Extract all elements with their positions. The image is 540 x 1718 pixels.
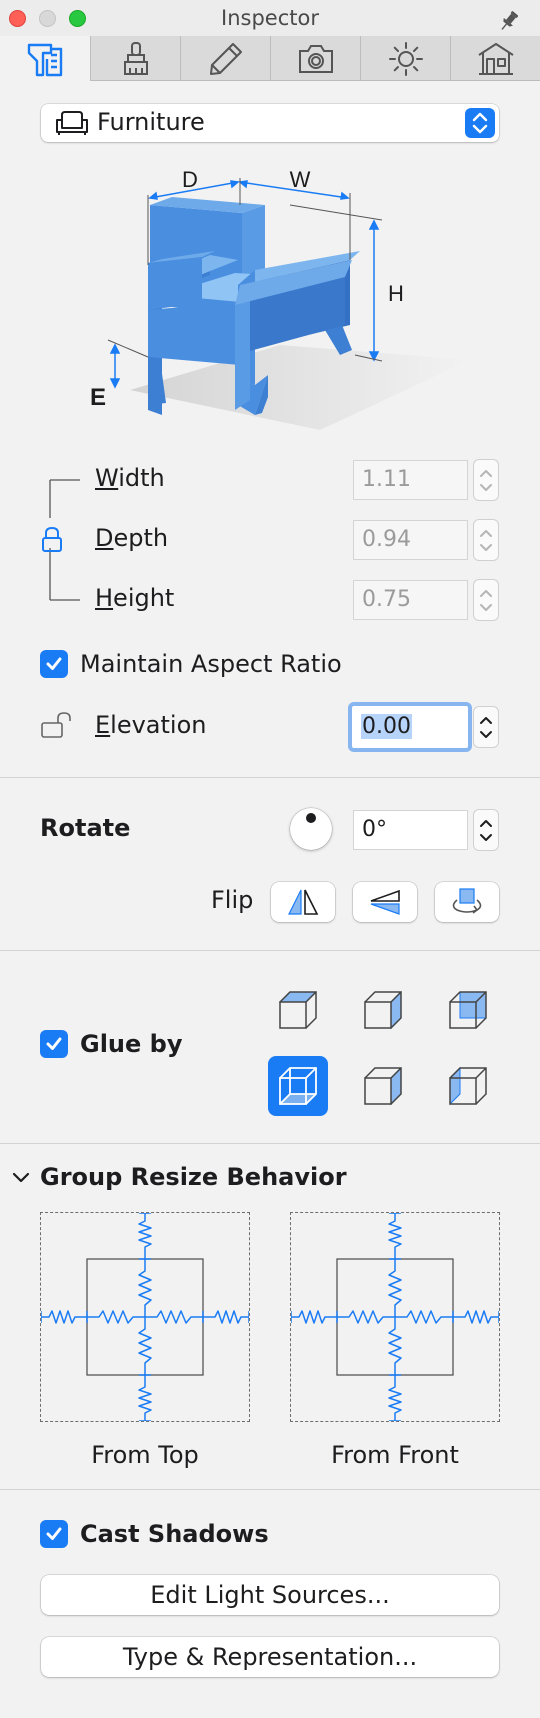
- cube-back-face-icon: [449, 991, 487, 1029]
- cube-bottom-face-icon: [279, 1067, 317, 1105]
- flip-rotate-button[interactable]: [435, 882, 499, 922]
- camera-icon: [298, 44, 333, 73]
- tab-lighting[interactable]: [360, 36, 450, 81]
- depth-field[interactable]: 0.94: [353, 520, 468, 560]
- armchair-icon: [55, 110, 89, 140]
- elevation-value: 0.00: [361, 714, 412, 739]
- type-representation-button[interactable]: Type & Representation...: [41, 1637, 499, 1677]
- glue-top-button[interactable]: [268, 980, 328, 1040]
- flip-3d-icon: [452, 888, 482, 914]
- resize-from-front-diagram[interactable]: [290, 1212, 500, 1422]
- pencil-icon: [209, 42, 242, 75]
- maintain-aspect-checkbox[interactable]: [40, 650, 68, 678]
- glue-by-label: Glue by: [80, 1030, 183, 1058]
- rotation-field[interactable]: 0°: [353, 810, 468, 850]
- width-stepper[interactable]: [473, 459, 499, 501]
- paint-brush-icon: [123, 41, 148, 75]
- height-stepper[interactable]: [473, 579, 499, 621]
- depth-label: Depth: [95, 524, 169, 552]
- height-label: Height: [95, 584, 175, 612]
- sun-icon: [388, 41, 423, 76]
- glue-front-right-button[interactable]: [353, 1056, 413, 1116]
- checkmark-icon: [46, 1037, 62, 1050]
- width-dimension-label: W: [290, 167, 311, 192]
- rotation-knob[interactable]: [290, 808, 332, 850]
- glue-bottom-button[interactable]: [268, 1056, 328, 1116]
- rotation-stepper[interactable]: [473, 809, 499, 851]
- height-field[interactable]: 0.75: [353, 580, 468, 620]
- cube-side-face-icon: [364, 990, 402, 1030]
- glue-back-button[interactable]: [438, 980, 498, 1040]
- glue-by-checkbox[interactable]: [40, 1030, 68, 1058]
- tab-dimensions[interactable]: [0, 36, 90, 82]
- knob-indicator: [306, 813, 316, 823]
- tab-building[interactable]: [450, 36, 540, 81]
- glue-left-button[interactable]: [438, 1056, 498, 1116]
- tab-drawing[interactable]: [180, 36, 270, 81]
- separator: [0, 777, 540, 778]
- cube-right-face-icon: [364, 1066, 402, 1106]
- popup-arrows-icon: [465, 108, 495, 138]
- chair-dimension-diagram: D W H E: [90, 165, 480, 435]
- house-icon: [477, 42, 514, 75]
- depth-stepper[interactable]: [473, 519, 499, 561]
- category-popup[interactable]: Furniture: [41, 104, 499, 142]
- separator: [0, 950, 540, 951]
- resize-from-top-diagram[interactable]: [40, 1212, 250, 1422]
- tab-materials[interactable]: [90, 36, 180, 81]
- depth-dimension-label: D: [182, 167, 198, 192]
- flip-label: Flip: [211, 886, 254, 914]
- checkmark-icon: [46, 657, 62, 670]
- height-dimension-label: H: [388, 281, 404, 306]
- window-title: Inspector: [221, 6, 319, 30]
- cast-shadows-checkbox[interactable]: [40, 1520, 68, 1548]
- inspector-tab-bar: [0, 36, 540, 82]
- flip-horizontal-button[interactable]: [271, 882, 335, 922]
- width-field[interactable]: 1.11: [353, 460, 468, 500]
- rotate-title: Rotate: [40, 814, 131, 842]
- separator: [0, 1143, 540, 1144]
- category-label: Furniture: [97, 108, 205, 136]
- elevation-lock-icon[interactable]: [40, 710, 74, 740]
- separator: [0, 1489, 540, 1490]
- elevation-stepper[interactable]: [473, 706, 499, 748]
- cube-left-face-icon: [449, 1066, 487, 1106]
- glue-right-button[interactable]: [353, 980, 413, 1040]
- from-front-caption: From Front: [331, 1441, 459, 1469]
- flip-horizontal-icon: [288, 889, 319, 915]
- cube-top-face-icon: [278, 991, 318, 1029]
- elevation-dimension-label: E: [90, 384, 106, 411]
- elevation-label: Elevation: [95, 711, 207, 739]
- from-top-caption: From Top: [91, 1441, 199, 1469]
- pin-icon[interactable]: [496, 8, 522, 34]
- group-resize-title: Group Resize Behavior: [40, 1163, 347, 1191]
- flip-vertical-icon: [370, 889, 400, 915]
- lock-icon[interactable]: [40, 525, 64, 553]
- cast-shadows-label: Cast Shadows: [80, 1520, 269, 1548]
- disclosure-chevron-icon[interactable]: [10, 1166, 32, 1188]
- tab-camera[interactable]: [270, 36, 360, 81]
- elevation-field[interactable]: 0.00: [348, 702, 472, 752]
- checkmark-icon: [46, 1527, 62, 1540]
- width-label: Width: [95, 464, 165, 492]
- caliper-ruler-icon: [27, 43, 63, 77]
- maintain-aspect-label: Maintain Aspect Ratio: [80, 650, 342, 678]
- flip-vertical-button[interactable]: [353, 882, 417, 922]
- edit-light-sources-button[interactable]: Edit Light Sources...: [41, 1575, 499, 1615]
